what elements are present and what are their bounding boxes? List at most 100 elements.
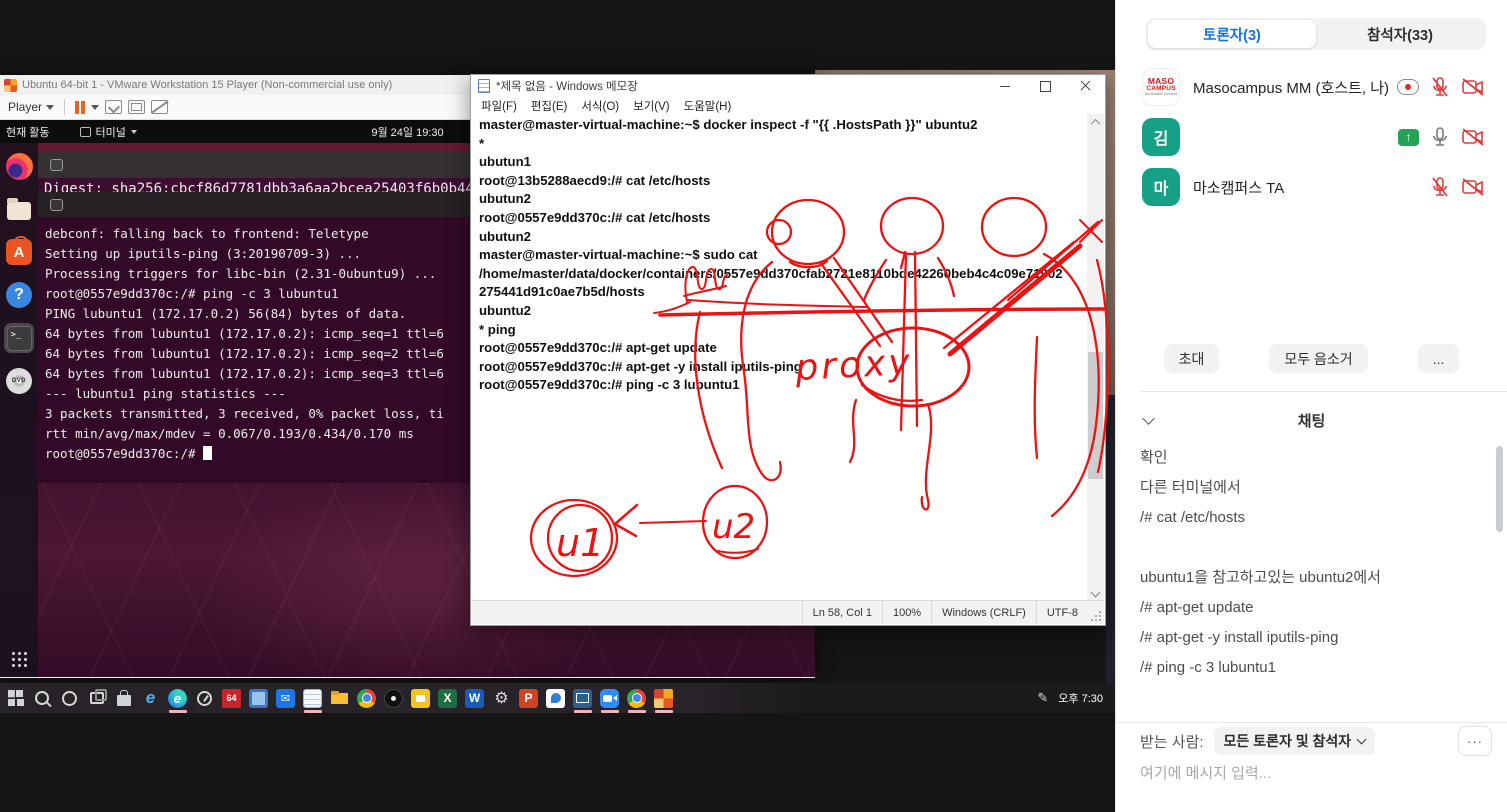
chat-scrollbar-thumb[interactable] bbox=[1496, 446, 1503, 532]
notepad-window: *제목 없음 - Windows 메모장 파일(F) 편집(E) 서식(O) 보… bbox=[470, 74, 1106, 626]
chat-message: /# apt-get update bbox=[1140, 593, 1480, 623]
start-button-icon[interactable] bbox=[4, 686, 28, 710]
participant-row[interactable]: 김 ↑ bbox=[1116, 112, 1507, 162]
scroll-down-icon[interactable] bbox=[1087, 584, 1104, 600]
resize-grip[interactable] bbox=[1088, 601, 1104, 624]
location-pin-icon[interactable] bbox=[382, 686, 406, 710]
menu-format[interactable]: 서식(O) bbox=[575, 98, 625, 114]
participant-row[interactable]: 마 마소캠퍼스 TA bbox=[1116, 162, 1507, 212]
notepad-taskbar-icon[interactable] bbox=[301, 686, 325, 710]
vmware-taskbar-icon[interactable] bbox=[652, 686, 676, 710]
chat-messages[interactable]: 확인 다른 터미널에서 /# cat /etc/hosts ubuntu1을 참… bbox=[1140, 443, 1480, 683]
chat-message-input[interactable] bbox=[1140, 765, 1492, 782]
fullscreen-icon[interactable] bbox=[128, 100, 145, 114]
send-ctrl-alt-del-icon[interactable] bbox=[105, 100, 122, 114]
terminal-icon[interactable]: >_ bbox=[4, 323, 34, 353]
video-off-icon bbox=[1461, 127, 1485, 147]
tab-panelists[interactable]: 토론자(3) bbox=[1148, 20, 1316, 48]
recording-cloud-icon bbox=[1397, 79, 1419, 95]
screenshot-tool-icon[interactable] bbox=[409, 686, 433, 710]
chrome-icon[interactable] bbox=[355, 686, 379, 710]
close-button[interactable] bbox=[1065, 75, 1105, 97]
task-view-icon[interactable] bbox=[85, 686, 109, 710]
divider bbox=[1140, 391, 1507, 392]
video-off-icon bbox=[1461, 77, 1485, 97]
shared-screen: Ubuntu 64-bit 1 - VMware Workstation 15 … bbox=[0, 0, 1115, 812]
ubuntu-launcher: A ? >_ DVD bbox=[0, 143, 38, 677]
paint-icon[interactable] bbox=[544, 686, 568, 710]
search-icon[interactable] bbox=[31, 686, 55, 710]
microsoft-store-icon[interactable] bbox=[112, 686, 136, 710]
mute-all-button[interactable]: 모두 음소거 bbox=[1269, 344, 1367, 373]
show-applications-icon[interactable] bbox=[12, 652, 27, 667]
chat-message: /# cat /etc/hosts bbox=[1140, 503, 1480, 533]
minimize-button[interactable] bbox=[985, 75, 1025, 97]
vmware-title: Ubuntu 64-bit 1 - VMware Workstation 15 … bbox=[22, 79, 392, 91]
taskbar-clock[interactable]: 오후 7:30 bbox=[1058, 690, 1103, 706]
tab-attendees[interactable]: 참석자(33) bbox=[1316, 20, 1484, 48]
files-icon[interactable] bbox=[4, 194, 34, 224]
avatar: 김 bbox=[1142, 118, 1180, 156]
notepad-scrollbar[interactable] bbox=[1087, 114, 1104, 600]
photos-icon[interactable] bbox=[247, 686, 271, 710]
mail-icon[interactable]: ✉ bbox=[274, 686, 298, 710]
menu-edit[interactable]: 편집(E) bbox=[525, 98, 574, 114]
encoding: UTF-8 bbox=[1036, 601, 1088, 624]
help-icon[interactable]: ? bbox=[4, 280, 34, 310]
internet-explorer-icon[interactable]: e bbox=[139, 686, 163, 710]
maximize-button[interactable] bbox=[1025, 75, 1065, 97]
excel-icon[interactable]: X bbox=[436, 686, 460, 710]
pause-dropdown-icon[interactable] bbox=[91, 105, 99, 110]
notepad-text-area[interactable]: master@master-virtual-machine:~$ docker … bbox=[472, 114, 1087, 600]
app-menu-terminal[interactable]: 터미널 bbox=[80, 124, 137, 140]
invite-button[interactable]: 초대 bbox=[1164, 344, 1220, 373]
chrome-icon[interactable] bbox=[625, 686, 649, 710]
player-menu[interactable]: Player bbox=[8, 100, 54, 114]
firefox-icon[interactable] bbox=[4, 151, 34, 181]
word-icon[interactable]: W bbox=[463, 686, 487, 710]
menu-view[interactable]: 보기(V) bbox=[627, 98, 676, 114]
pause-vm-button[interactable] bbox=[75, 101, 85, 114]
recipient-dropdown[interactable]: 모든 토론자 및 참석자 bbox=[1214, 727, 1376, 755]
powerpoint-icon[interactable]: P bbox=[517, 686, 541, 710]
composer-more-button[interactable]: ··· bbox=[1458, 726, 1492, 756]
settings-gear-icon[interactable]: ⚙ bbox=[490, 686, 514, 710]
edge-icon[interactable]: e bbox=[166, 686, 190, 710]
file-explorer-icon[interactable] bbox=[328, 686, 352, 710]
cortana-icon[interactable] bbox=[58, 686, 82, 710]
chat-composer: 받는 사람: 모든 토론자 및 참석자 ··· bbox=[1140, 726, 1492, 783]
notepad-titlebar[interactable]: *제목 없음 - Windows 메모장 bbox=[471, 75, 1105, 97]
participant-name: 마소캠퍼스 TA bbox=[1193, 177, 1284, 198]
menu-help[interactable]: 도움말(H) bbox=[678, 98, 738, 114]
performance-gauge-icon[interactable] bbox=[193, 686, 217, 710]
zoom-app-icon[interactable] bbox=[598, 686, 622, 710]
ubuntu-software-icon[interactable]: A bbox=[4, 237, 34, 267]
scrollbar-thumb[interactable] bbox=[1088, 352, 1103, 479]
participant-row[interactable]: MASO CAMPUS Actionable Content Masocampu… bbox=[1116, 62, 1507, 112]
windows-ink-pen-icon[interactable]: ✎ bbox=[1037, 690, 1048, 706]
recipient-label: 받는 사람: bbox=[1140, 731, 1204, 752]
dvd-icon[interactable]: DVD bbox=[4, 366, 34, 396]
app-64-icon[interactable]: 64 bbox=[220, 686, 244, 710]
menu-file[interactable]: 파일(F) bbox=[475, 98, 523, 114]
notepad-icon bbox=[478, 79, 490, 93]
scroll-up-icon[interactable] bbox=[1087, 114, 1104, 130]
avatar: 마 bbox=[1142, 168, 1180, 206]
panel-tabs: 토론자(3) 참석자(33) bbox=[1146, 18, 1486, 50]
chat-message: /# ping -c 3 lubuntu1 bbox=[1140, 653, 1480, 683]
ubuntu-clock[interactable]: 9월 24일 19:30 bbox=[371, 124, 443, 140]
meeting-side-panel: 토론자(3) 참석자(33) MASO CAMPUS Actionable Co… bbox=[1115, 0, 1507, 812]
chat-message: /# apt-get -y install iputils-ping bbox=[1140, 623, 1480, 653]
more-actions-button[interactable]: ... bbox=[1418, 344, 1460, 373]
notepad-menubar: 파일(F) 편집(E) 서식(O) 보기(V) 도움말(H) bbox=[471, 97, 1105, 114]
terminal-cursor bbox=[203, 446, 212, 460]
avatar: MASO CAMPUS Actionable Content bbox=[1142, 68, 1180, 106]
chevron-down-icon bbox=[131, 130, 137, 134]
activities-button[interactable]: 현재 활동 bbox=[0, 124, 60, 140]
chat-header: 채팅 bbox=[1116, 406, 1507, 434]
unity-mode-icon[interactable] bbox=[151, 100, 168, 114]
terminal-tab-icon bbox=[50, 199, 63, 211]
remote-desktop-icon[interactable] bbox=[571, 686, 595, 710]
chevron-down-icon bbox=[46, 105, 54, 110]
zoom-level: 100% bbox=[882, 601, 931, 624]
